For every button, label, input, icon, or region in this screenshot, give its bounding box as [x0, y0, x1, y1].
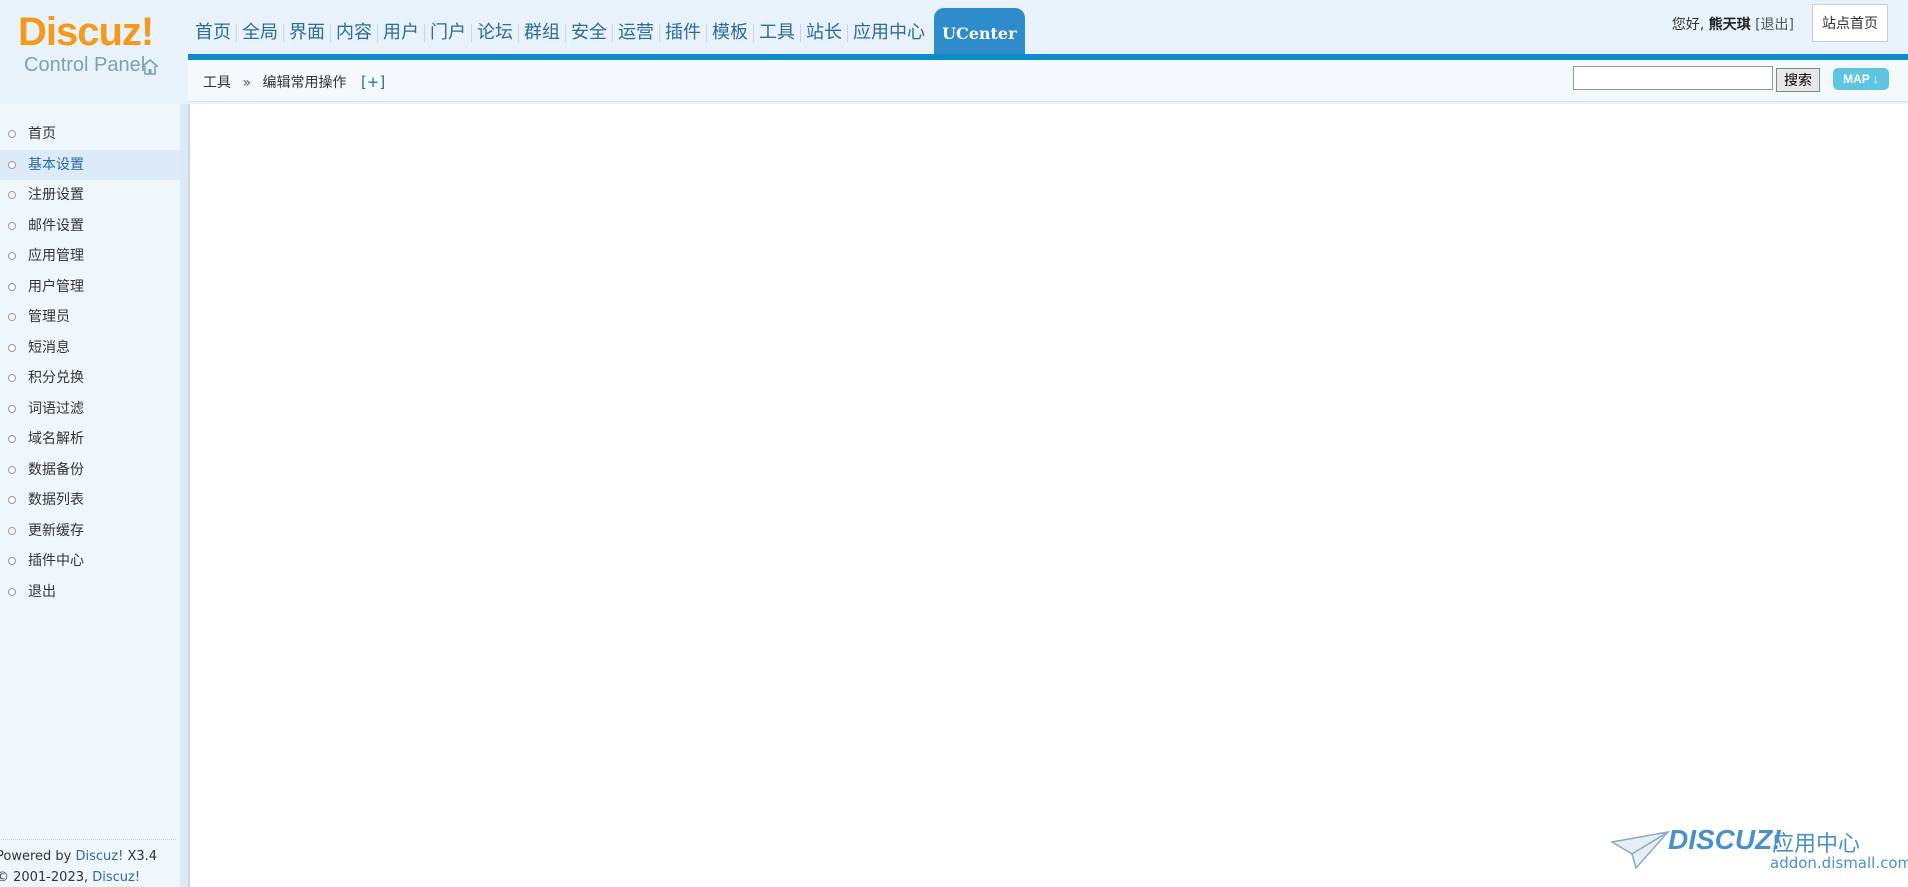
bullet-icon [8, 313, 16, 321]
sidebar-item-label: 注册设置 [28, 187, 84, 203]
sidebar-item-admins[interactable]: 管理员 [0, 302, 180, 333]
home-icon [141, 58, 159, 75]
breadcrumb-bar: 工具 » 编辑常用操作 [+] 搜索 MAP ↓ [188, 60, 1908, 102]
nav-plugin[interactable]: 插件 [660, 8, 706, 56]
nav-app-center[interactable]: 应用中心 [848, 8, 930, 56]
bullet-icon [8, 252, 16, 260]
sidebar-item-label: 用户管理 [28, 278, 84, 295]
add-shortcut-button[interactable]: [+] [361, 73, 385, 91]
sidebar-item-data-backup[interactable]: 数据备份 [0, 455, 180, 486]
copyright-line: © 2001-2023, Discuz! Team. [0, 867, 176, 887]
sidebar-item-mail-settings[interactable]: 邮件设置 [0, 211, 180, 242]
sidebar-item-label: 数据列表 [28, 492, 84, 508]
sidebar-item-data-list[interactable]: 数据列表 [0, 485, 180, 516]
bullet-icon [8, 160, 16, 169]
sidebar-item-basic-settings[interactable]: 基本设置 [0, 149, 180, 180]
nav-interface[interactable]: 界面 [284, 8, 330, 56]
breadcrumb-arrow: » [242, 75, 252, 91]
main-content [188, 104, 1908, 887]
nav-webmaster[interactable]: 站长 [801, 8, 847, 56]
breadcrumb-current: 编辑常用操作 [262, 75, 347, 91]
bullet-icon [8, 587, 16, 596]
bullet-icon [8, 557, 16, 565]
app-center-watermark[interactable]: DISCUZ! 应用中心 addon.dismall.com [1610, 820, 1908, 880]
breadcrumb: 工具 » 编辑常用操作 [+] [203, 72, 385, 92]
bullet-icon [8, 465, 16, 474]
watermark-domain: addon.dismall.com [1770, 854, 1908, 872]
sidebar-item-label: 管理员 [28, 309, 70, 325]
sidebar-item-label: 数据备份 [28, 461, 84, 478]
sidebar-item-word-filter[interactable]: 词语过滤 [0, 394, 180, 425]
nav-ucenter[interactable]: UCenter [934, 8, 1025, 56]
main-divider [188, 104, 190, 887]
logo-subtitle: Control Panel [24, 54, 146, 76]
sidebar-item-update-cache[interactable]: 更新缓存 [0, 516, 180, 547]
bullet-icon [8, 191, 16, 199]
nav-content[interactable]: 内容 [331, 8, 377, 56]
nav-security[interactable]: 安全 [566, 8, 612, 56]
sidebar-item-credit-exchange[interactable]: 积分兑换 [0, 363, 180, 394]
powered-by-line: Powered by Discuz! X3.4 [0, 846, 176, 867]
sidebar-item-label: 短消息 [28, 339, 70, 356]
bullet-icon [8, 221, 16, 230]
sidebar-item-messages[interactable]: 短消息 [0, 333, 180, 364]
nav-user[interactable]: 用户 [378, 8, 424, 56]
logo[interactable]: Discuz! Control Panel [18, 10, 178, 90]
sidebar-item-plugin-center[interactable]: 插件中心 [0, 546, 180, 577]
sidebar-menu: 首页 基本设置 注册设置 邮件设置 应用管理 用户管理 管理员 短消息 积分兑换… [0, 119, 180, 607]
search-input[interactable] [1573, 66, 1773, 90]
bullet-icon [8, 282, 16, 291]
nav-home[interactable]: 首页 [190, 8, 236, 56]
sidebar: 首页 基本设置 注册设置 邮件设置 应用管理 用户管理 管理员 短消息 积分兑换… [0, 104, 188, 887]
map-button[interactable]: MAP ↓ [1833, 68, 1889, 90]
bullet-icon [8, 374, 16, 382]
sidebar-footer: Powered by Discuz! X3.4 © 2001-2023, Dis… [0, 839, 176, 887]
bullet-icon [8, 404, 16, 413]
copyright-prefix: © 2001-2023, [0, 870, 93, 885]
nav-global[interactable]: 全局 [237, 8, 283, 56]
sidebar-item-logout[interactable]: 退出 [0, 577, 180, 608]
nav-operation[interactable]: 运营 [613, 8, 659, 56]
nav-group[interactable]: 群组 [519, 8, 565, 56]
sidebar-item-domain-resolve[interactable]: 域名解析 [0, 424, 180, 455]
discuz-link[interactable]: Discuz! [75, 849, 123, 864]
sidebar-item-home[interactable]: 首页 [0, 119, 180, 150]
sidebar-item-label: 词语过滤 [28, 400, 84, 417]
nav-tools[interactable]: 工具 [754, 8, 800, 56]
breadcrumb-parent: 工具 [203, 75, 231, 91]
sidebar-item-label: 域名解析 [28, 431, 84, 447]
bullet-icon [8, 435, 16, 443]
version-text: X3.4 [123, 849, 158, 864]
powered-prefix: Powered by [0, 849, 76, 864]
bullet-icon [8, 496, 16, 504]
sidebar-item-label: 应用管理 [28, 248, 84, 264]
sidebar-item-app-management[interactable]: 应用管理 [0, 241, 180, 272]
bullet-icon [8, 130, 16, 138]
sidebar-item-register-settings[interactable]: 注册设置 [0, 180, 180, 211]
bullet-icon [8, 343, 16, 352]
nav-portal[interactable]: 门户 [425, 8, 471, 56]
logout-link[interactable]: [退出] [1755, 17, 1794, 33]
greeting: 您好, [1671, 17, 1705, 33]
sidebar-item-label: 积分兑换 [28, 370, 84, 386]
main-nav: 首页 全局 界面 内容 用户 门户 论坛 群组 安全 运营 插件 模板 工具 站… [190, 8, 1025, 56]
sidebar-item-label: 首页 [28, 126, 56, 142]
sidebar-item-label: 更新缓存 [28, 522, 84, 539]
username: 熊天琪 [1708, 17, 1751, 33]
sidebar-item-label: 插件中心 [28, 553, 84, 569]
sidebar-item-label: 邮件设置 [28, 217, 84, 234]
sidebar-item-label: 基本设置 [28, 156, 84, 173]
site-home-button[interactable]: 站点首页 [1812, 4, 1888, 42]
paper-plane-icon [1610, 830, 1670, 870]
sidebar-item-label: 退出 [28, 583, 56, 600]
bullet-icon [8, 526, 16, 535]
search-button[interactable]: 搜索 [1776, 68, 1820, 92]
nav-forum[interactable]: 论坛 [472, 8, 518, 56]
user-box: 您好, 熊天琪 [退出] [1672, 14, 1794, 34]
watermark-brand: DISCUZ! [1668, 824, 1782, 855]
nav-template[interactable]: 模板 [707, 8, 753, 56]
sidebar-item-user-management[interactable]: 用户管理 [0, 272, 180, 303]
logo-brand: Discuz! [18, 10, 154, 54]
